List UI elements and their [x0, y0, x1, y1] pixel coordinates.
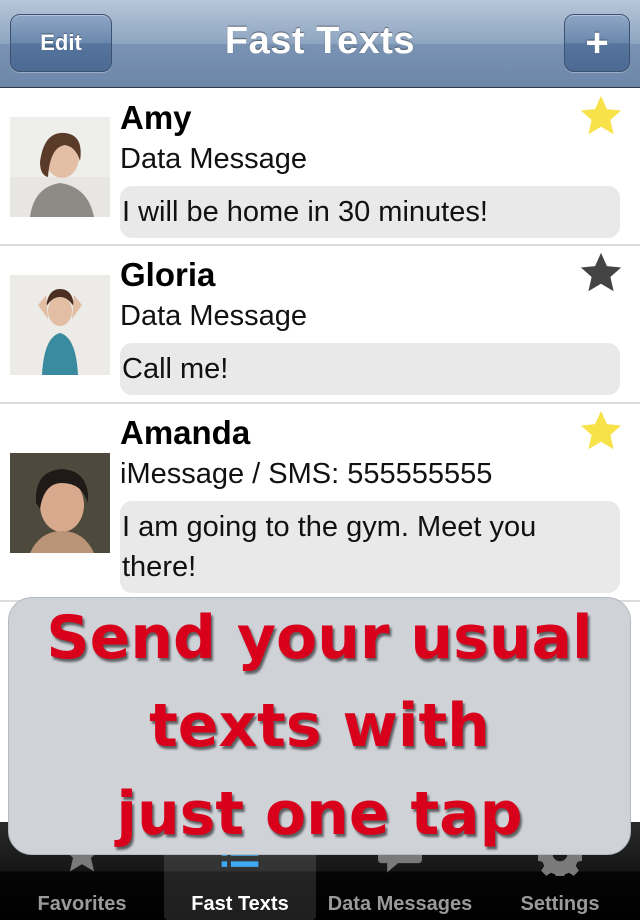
message-bubble: I will be home in 30 minutes! [120, 186, 620, 238]
promo-overlay: Send your usual texts with just one tap [8, 597, 631, 855]
contact-name: Amanda [120, 414, 251, 451]
tab-label: Settings [520, 893, 600, 915]
navigation-bar: Edit Fast Texts + [0, 0, 640, 88]
avatar [10, 117, 110, 217]
message-type: Data Message [120, 300, 307, 332]
contact-name: Gloria [120, 256, 216, 293]
favorite-star-icon[interactable] [578, 93, 624, 139]
tab-label: Data Messages [327, 893, 473, 915]
message-bubble: Call me! [120, 343, 620, 395]
message-type: iMessage / SMS: 555555555 [120, 458, 493, 490]
add-button[interactable]: + [564, 14, 630, 72]
tab-label: Favorites [37, 893, 127, 915]
avatar [10, 275, 110, 375]
list-item[interactable]: Amy Data Message I will be home in 30 mi… [0, 89, 640, 246]
unfavorite-star-icon[interactable] [578, 250, 624, 296]
promo-line: texts with [149, 691, 490, 761]
list-item[interactable]: Gloria Data Message Call me! [0, 246, 640, 404]
promo-line: just one tap [116, 779, 523, 849]
favorite-star-icon[interactable] [578, 408, 624, 454]
avatar [10, 453, 110, 553]
promo-text: Send your usual texts with just one tap [46, 594, 592, 858]
tab-label: Fast Texts [191, 893, 289, 915]
list-item[interactable]: Amanda iMessage / SMS: 555555555 I am go… [0, 404, 640, 602]
contact-name: Amy [120, 99, 192, 136]
page-title: Fast Texts [224, 20, 416, 62]
promo-line: Send your usual [46, 603, 593, 673]
message-type: Data Message [120, 143, 307, 175]
message-bubble: I am going to the gym. Meet you there! [120, 501, 620, 593]
